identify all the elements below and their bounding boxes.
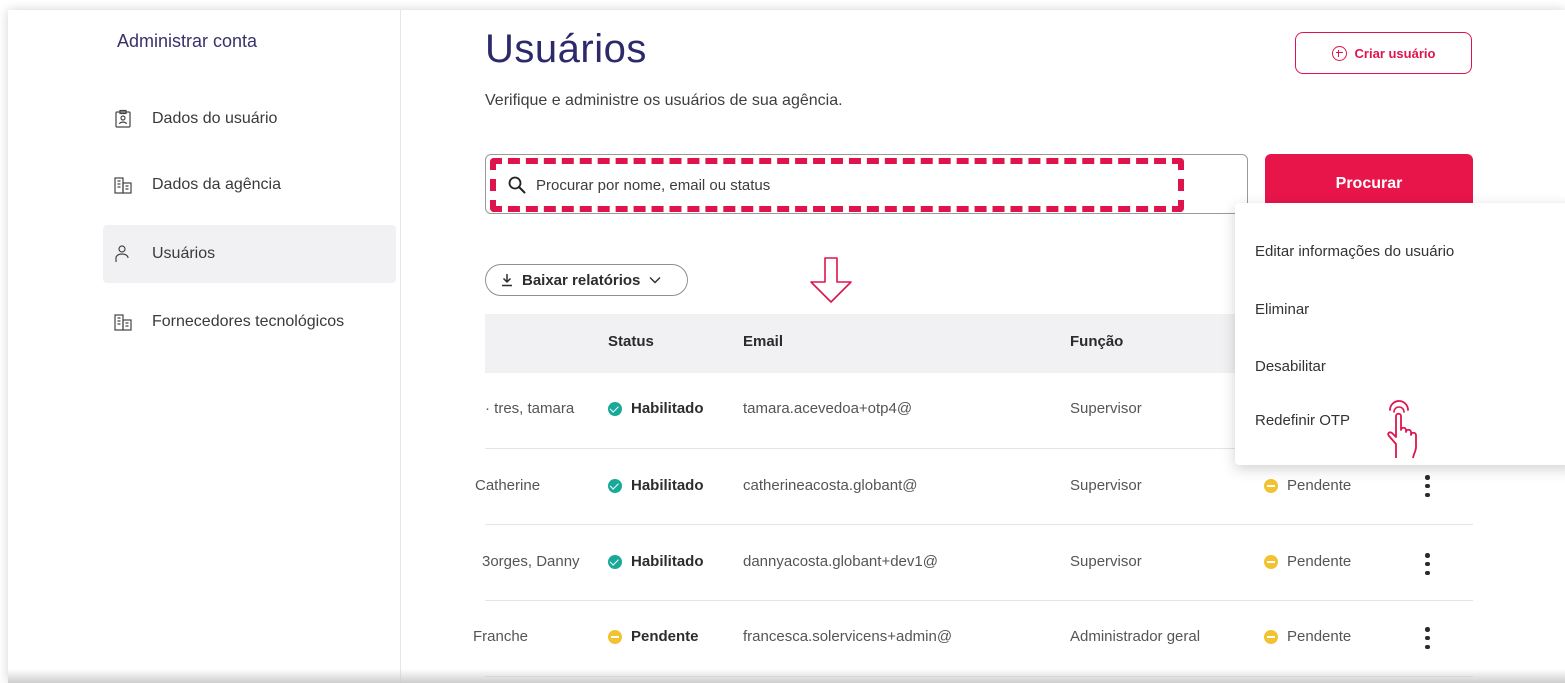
row-name: · tres, tamara [485, 400, 575, 417]
check-circle-icon [608, 401, 622, 416]
sidebar-item-label: Dados da agência [152, 176, 281, 193]
sidebar-item-label: Dados do usuário [152, 110, 278, 127]
check-circle-icon [608, 554, 622, 569]
status-badge: Habilitado [608, 400, 704, 417]
plus-circle-icon [1331, 45, 1347, 61]
row-role: Administrador geral [1070, 628, 1201, 645]
menu-item-delete[interactable]: Eliminar [1255, 301, 1309, 318]
overlay-patch [968, 660, 1053, 666]
pending-circle-icon [608, 629, 622, 644]
row-name: 3orges, Danny [482, 553, 580, 570]
row-email: catherineacosta.globant@ [743, 477, 918, 494]
download-reports-label: Baixar relatórios [522, 271, 641, 289]
pending-circle-icon [1264, 629, 1278, 644]
status-label: Pendente [631, 628, 699, 645]
person-icon [113, 244, 133, 264]
download-icon [502, 274, 512, 287]
row-email: francesca.solervicens+admin@ [743, 628, 953, 645]
sidebar-item-fornecedores[interactable]: Fornecedores tecnológicos [103, 293, 396, 351]
otp-status-label: Pendente [1287, 477, 1352, 494]
row-role: Supervisor [1070, 477, 1142, 494]
search-input[interactable] [536, 173, 1176, 197]
status-label: Habilitado [631, 400, 704, 417]
column-header-status[interactable]: Status [608, 333, 654, 350]
sidebar: Administrar conta Dados do usuário Dados… [8, 10, 401, 683]
status-badge: Habilitado [608, 477, 704, 494]
row-actions-menu-icon[interactable] [1425, 553, 1431, 575]
bottom-shadow [8, 669, 1565, 683]
menu-item-reset-otp[interactable]: Redefinir OTP [1255, 412, 1350, 429]
create-user-button[interactable]: Criar usuário [1295, 32, 1472, 74]
sidebar-item-dados-usuario[interactable]: Dados do usuário [103, 90, 396, 148]
column-header-funcao[interactable]: Função [1070, 333, 1123, 350]
row-name: Catherine [475, 477, 541, 494]
app-window: Administrar conta Dados do usuário Dados… [8, 10, 1565, 683]
pending-circle-icon [1264, 478, 1278, 493]
otp-status-label: Pendente [1287, 628, 1352, 645]
row-actions-menu-icon[interactable] [1425, 475, 1431, 497]
create-user-label: Criar usuário [1354, 45, 1436, 61]
sidebar-item-label: Usuários [152, 245, 216, 262]
status-label: Habilitado [631, 477, 704, 494]
otp-status-badge: Pendente [1264, 628, 1351, 645]
status-badge: Habilitado [608, 553, 704, 570]
row-email: dannyacosta.globant+dev1@ [743, 553, 938, 570]
sidebar-item-dados-agencia[interactable]: Dados da agência [103, 156, 396, 214]
row-role: Supervisor [1070, 553, 1142, 570]
row-email: tamara.acevedoa+otp4@ [743, 400, 913, 417]
chevron-down-icon [649, 277, 661, 284]
row-actions-menu-icon[interactable] [1425, 627, 1431, 649]
arrow-down-icon [810, 257, 852, 303]
page-subtitle: Verifique e administre os usuários de su… [485, 92, 843, 109]
menu-item-disable[interactable]: Desabilitar [1255, 358, 1326, 375]
pending-circle-icon [1264, 554, 1278, 569]
hand-pointer-icon [1387, 400, 1417, 459]
row-role: Supervisor [1070, 400, 1142, 417]
otp-status-badge: Pendente [1264, 477, 1351, 494]
search-icon [508, 176, 526, 194]
status-badge: Pendente [608, 628, 699, 645]
column-header-email[interactable]: Email [743, 333, 783, 350]
page-title: Usuários [485, 27, 647, 71]
otp-status-badge: Pendente [1264, 553, 1351, 570]
row-name: Franche [473, 628, 529, 645]
sidebar-title: Administrar conta [117, 31, 258, 51]
sidebar-item-label: Fornecedores tecnológicos [152, 313, 345, 330]
building-icon [113, 175, 133, 195]
otp-status-label: Pendente [1287, 553, 1352, 570]
check-circle-icon [608, 478, 622, 493]
user-badge-icon [113, 109, 133, 129]
menu-item-edit-user[interactable]: Editar informações do usuário [1255, 243, 1454, 260]
sidebar-item-usuarios[interactable]: Usuários [103, 225, 396, 283]
building-icon [113, 312, 133, 332]
status-label: Habilitado [631, 553, 704, 570]
download-reports-button[interactable]: Baixar relatórios [485, 264, 688, 296]
